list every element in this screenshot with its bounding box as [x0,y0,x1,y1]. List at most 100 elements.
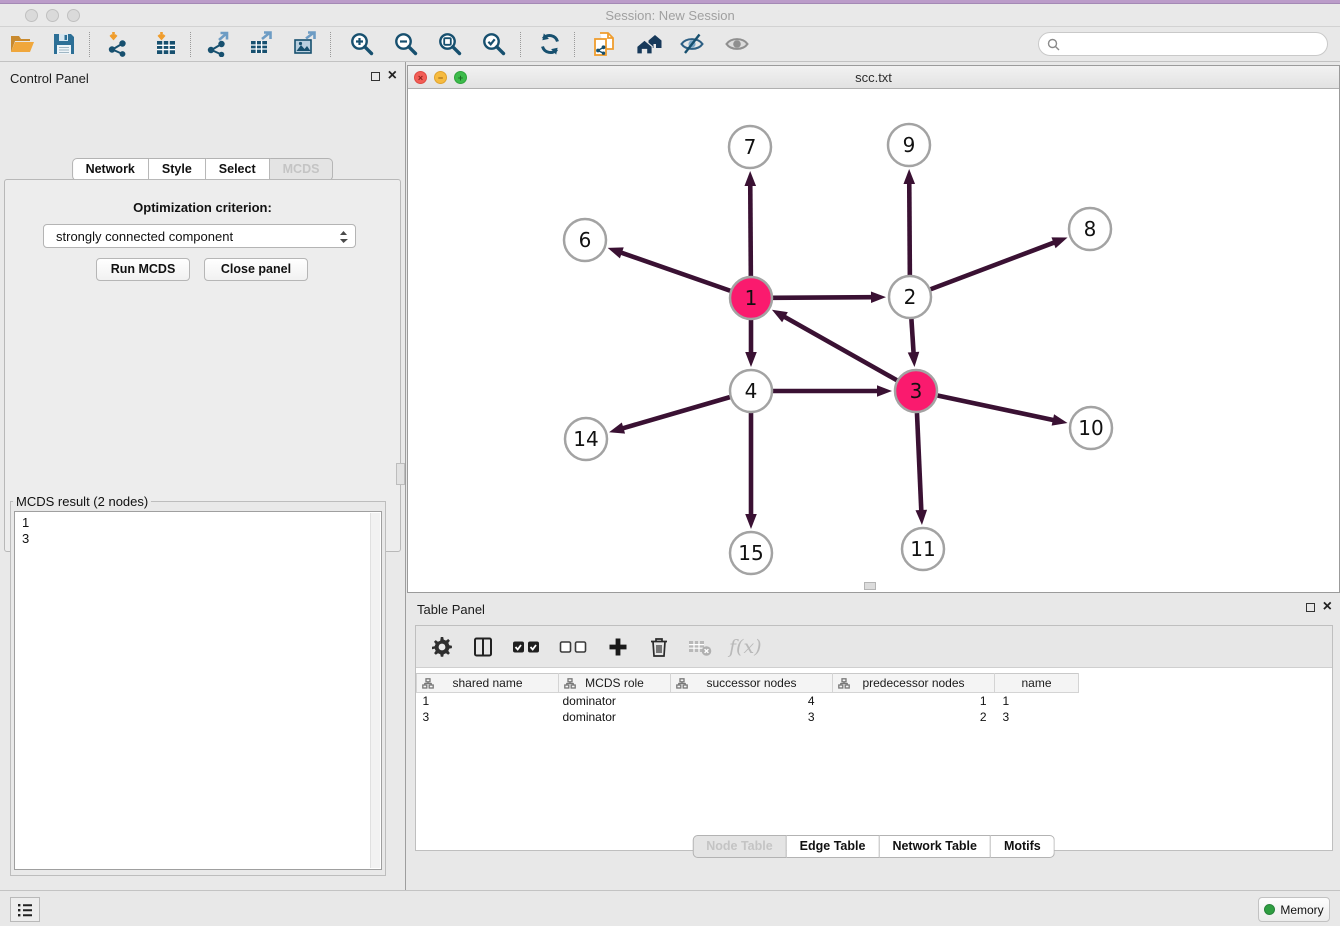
zoom-in-icon[interactable] [349,31,375,57]
table-cell[interactable]: dominator [559,693,671,709]
column-settings-icon[interactable] [430,634,454,660]
export-network-icon[interactable] [205,31,231,57]
node-3[interactable]: 3 [895,370,937,412]
hide-selected-icon[interactable] [679,31,705,57]
import-table-icon[interactable] [153,31,179,57]
application-window: Session: New Session [0,0,1340,926]
network-canvas[interactable]: 7 9 6 8 1 2 4 3 14 10 15 11 [408,89,1339,592]
add-column-icon[interactable] [606,634,630,660]
table-row[interactable]: 1dominator411 [417,693,1329,709]
arrowhead-3-11 [915,510,927,525]
close-table-panel-icon[interactable]: × [1323,602,1332,612]
show-all-icon[interactable] [724,31,750,57]
save-session-icon[interactable] [51,31,77,57]
search-box[interactable] [1038,32,1328,56]
table-cell[interactable]: 3 [671,709,833,725]
edge-1-6[interactable] [620,252,730,291]
memory-button[interactable]: Memory [1258,897,1330,922]
result-scrollbar[interactable] [370,513,380,868]
panel-divider-handle[interactable] [396,463,405,485]
zoom-fit-icon[interactable] [437,31,463,57]
search-input[interactable] [1065,37,1327,51]
node-15[interactable]: 15 [730,532,772,574]
tab-network-table[interactable]: Network Table [879,835,991,858]
split-table-icon[interactable] [471,634,495,660]
edge-2-8[interactable] [931,242,1056,289]
result-line: 3 [15,531,381,547]
export-table-icon[interactable] [249,31,275,57]
column-header-predecessor-nodes[interactable]: predecessor nodes [833,674,995,693]
export-image-icon[interactable] [293,31,319,57]
edge-3-11[interactable] [917,413,921,512]
tab-mcds[interactable]: MCDS [270,158,334,181]
column-header-shared-name[interactable]: shared name [417,674,559,693]
table-cell[interactable]: 3 [995,709,1079,725]
network-window-titlebar[interactable]: × − + scc.txt [408,66,1339,89]
node-4[interactable]: 4 [730,370,772,412]
node-8[interactable]: 8 [1069,208,1111,250]
edge-1-7[interactable] [750,184,751,276]
column-header-MCDS-role[interactable]: MCDS role [559,674,671,693]
table-cell[interactable]: 1 [995,693,1079,709]
mcds-result-text[interactable]: 1 3 [14,511,382,870]
tab-edge-table[interactable]: Edge Table [787,835,880,858]
node-11[interactable]: 11 [902,528,944,570]
table-cell[interactable]: 3 [417,709,559,725]
edge-4-14[interactable] [622,397,730,429]
network-resize-handle[interactable] [864,582,876,590]
clone-network-icon[interactable] [592,31,618,57]
import-network-icon[interactable] [105,31,131,57]
table-cell[interactable]: 4 [671,693,833,709]
close-panel-icon[interactable]: × [388,71,397,81]
node-6[interactable]: 6 [564,219,606,261]
svg-text:2: 2 [904,285,917,309]
node-10[interactable]: 10 [1070,407,1112,449]
column-header-successor-nodes[interactable]: successor nodes [671,674,833,693]
edge-2-3[interactable] [911,319,913,354]
arrowhead-2-9 [903,169,915,184]
table-cell[interactable]: dominator [559,709,671,725]
node-9[interactable]: 9 [888,124,930,166]
edge-3-1[interactable] [783,316,897,380]
tab-select[interactable]: Select [206,158,270,181]
deselect-all-icon[interactable] [559,634,589,660]
table-row[interactable]: 3dominator323 [417,709,1329,725]
run-mcds-button[interactable]: Run MCDS [96,258,190,281]
table-cell[interactable]: 1 [833,693,995,709]
tab-motifs[interactable]: Motifs [991,835,1055,858]
apply-layout-icon[interactable] [537,31,563,57]
edge-3-10[interactable] [938,396,1055,421]
toolbar-separator [89,32,90,57]
edge-1-2[interactable] [773,297,873,298]
node-14[interactable]: 14 [565,418,607,460]
arrowhead-3-10 [1052,414,1068,425]
zoom-out-icon[interactable] [393,31,419,57]
delete-column-icon[interactable] [647,634,671,660]
optimization-criterion-select[interactable]: strongly connected component [43,224,356,248]
tab-network[interactable]: Network [72,158,149,181]
delete-table-icon[interactable] [688,634,712,660]
table-cell-filler [1079,709,1329,725]
show-log-button[interactable] [10,897,40,922]
float-panel-icon[interactable] [371,72,380,81]
table-cell[interactable]: 2 [833,709,995,725]
network-view-window: × − + scc.txt 7 9 6 8 1 2 4 3 14 10 15 11 [407,65,1340,593]
close-panel-button[interactable]: Close panel [204,258,308,281]
first-neighbors-icon[interactable] [636,31,662,57]
select-all-icon[interactable] [512,634,542,660]
tab-node-table[interactable]: Node Table [692,835,786,858]
open-session-icon[interactable] [9,31,35,57]
table-cell[interactable]: 1 [417,693,559,709]
zoom-selected-icon[interactable] [481,31,507,57]
svg-text:6: 6 [579,228,592,252]
edge-2-9[interactable] [909,182,910,275]
tab-style[interactable]: Style [149,158,206,181]
function-builder-icon[interactable]: f(x) [729,634,762,660]
node-7[interactable]: 7 [729,126,771,168]
float-table-panel-icon[interactable] [1306,603,1315,612]
node-2[interactable]: 2 [889,276,931,318]
column-header-name[interactable]: name [995,674,1079,693]
toolbar-separator [574,32,575,57]
table-header-row: shared nameMCDS rolesuccessor nodesprede… [417,674,1329,693]
node-1[interactable]: 1 [730,277,772,319]
